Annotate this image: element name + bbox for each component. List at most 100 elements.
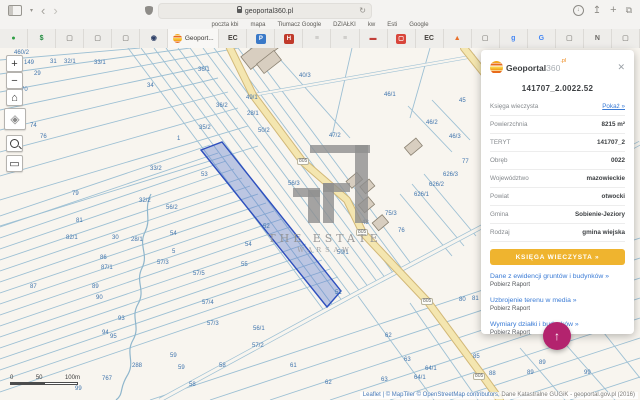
zoom-out-button[interactable]: −: [6, 72, 23, 89]
pinned-tab[interactable]: ▢: [112, 29, 140, 48]
address-bar[interactable]: geoportal360.pl ↻: [158, 3, 372, 19]
report-download[interactable]: Pobierz Raport: [490, 306, 625, 312]
parcel-label: 89: [539, 360, 546, 366]
bookmark-item[interactable]: Google: [409, 22, 428, 28]
close-icon[interactable]: ✕: [617, 62, 625, 73]
bookmarks-bar: poczta kbi mapa Tłumacz Google DZIAŁKI kw Est…: [0, 20, 640, 29]
parcel-label: 45: [459, 98, 466, 104]
pinned-tab[interactable]: ≡: [331, 29, 359, 48]
sidebar-toggle-icon[interactable]: [8, 5, 22, 16]
report-link[interactable]: Uzbrojenie terenu w media »: [490, 297, 625, 304]
pinned-tab[interactable]: g: [500, 29, 528, 48]
pinned-tab[interactable]: G: [528, 29, 556, 48]
pinned-tab[interactable]: P: [247, 29, 275, 48]
bookmark-item[interactable]: kw: [368, 22, 375, 28]
chevron-down-icon[interactable]: ▾: [30, 7, 33, 14]
pinned-tab[interactable]: $: [28, 29, 56, 48]
pinned-tab[interactable]: ▢: [556, 29, 584, 48]
parcel-label: 1: [177, 136, 180, 142]
pinned-tab[interactable]: EC: [219, 29, 247, 48]
panel-row: TERYT 141707_2: [490, 134, 625, 152]
forward-icon[interactable]: ›: [53, 4, 57, 17]
tab-favicon: $: [40, 35, 44, 42]
row-label: Powiat: [490, 193, 509, 200]
parcel-label: 36/1: [198, 67, 210, 73]
road-number-shield: 805: [473, 373, 485, 380]
zoom-in-button[interactable]: +: [6, 55, 23, 72]
downloads-icon[interactable]: ↓: [573, 5, 584, 16]
pinned-tab[interactable]: ◉: [140, 29, 168, 48]
privacy-shield-icon[interactable]: [145, 6, 153, 15]
scroll-up-fab[interactable]: ↑: [543, 322, 571, 350]
pinned-tab[interactable]: ▢: [612, 29, 640, 48]
pinned-tab[interactable]: ▲: [444, 29, 472, 48]
tab-favicon: EC: [228, 35, 238, 42]
tab-favicon: ▢: [482, 35, 489, 42]
panel-row: Rodzajgmina wiejska: [490, 224, 625, 242]
panel-row: Województwomazowieckie: [490, 170, 625, 188]
pinned-tab[interactable]: ▢: [388, 29, 416, 48]
parcel-label: 61: [290, 363, 297, 369]
pinned-tab[interactable]: ▬: [360, 29, 388, 48]
row-value: 141707_2: [597, 139, 625, 146]
pinned-tab[interactable]: ▢: [56, 29, 84, 48]
parcel-label: 54: [245, 242, 252, 248]
bookmark-item[interactable]: poczta kbi: [211, 22, 238, 28]
pinned-tab[interactable]: N: [584, 29, 612, 48]
row-label: Województwo: [490, 175, 529, 182]
back-icon[interactable]: ‹: [41, 4, 45, 17]
row-label: TERYT: [490, 139, 511, 146]
ksiega-wieczysta-button[interactable]: KSIĘGA WIECZYSTA »: [490, 249, 625, 265]
parcel-label: 30: [112, 235, 119, 241]
parcel-label: 57/3: [157, 260, 169, 266]
bookmark-item[interactable]: Tłumacz Google: [277, 22, 321, 28]
parcel-label: 288: [132, 363, 142, 369]
bookmark-item[interactable]: DZIAŁKI: [333, 22, 356, 28]
report-download[interactable]: Pobierz Raport: [490, 282, 625, 288]
pinned-tab[interactable]: ▢: [84, 29, 112, 48]
tab-favicon: ●: [11, 35, 15, 42]
tab-overview-icon[interactable]: ⧉: [626, 5, 632, 16]
scale-50: 50: [36, 375, 43, 381]
row-value-link[interactable]: Pokaż »: [602, 103, 625, 110]
road-number-shield: 805: [297, 158, 309, 165]
layers-button[interactable]: ◈: [4, 108, 26, 130]
pinned-tab[interactable]: ▢: [472, 29, 500, 48]
pinned-tab[interactable]: ≡: [303, 29, 331, 48]
bookmark-item[interactable]: mapa: [250, 22, 265, 28]
parcel-label: 76: [398, 228, 405, 234]
parcel-label: 46/2: [426, 120, 438, 126]
lock-icon: [237, 9, 242, 13]
parcel-label: 47/2: [329, 133, 341, 139]
scale-0: 0: [10, 375, 13, 381]
pinned-tab[interactable]: EC: [416, 29, 444, 48]
parcel-label: 57/2: [252, 343, 264, 349]
pinned-tab[interactable]: ●: [0, 29, 28, 48]
home-button[interactable]: ⌂: [6, 89, 23, 106]
search-button[interactable]: [6, 135, 23, 152]
row-value: gmina wiejska: [582, 229, 625, 236]
reload-icon[interactable]: ↻: [359, 6, 366, 15]
report-link[interactable]: Dane z ewidencji gruntów i budynków »: [490, 273, 625, 280]
parcel-label: 74: [30, 123, 37, 129]
row-label: Powierzchnia: [490, 121, 527, 128]
parcel-label: 149: [24, 60, 34, 66]
parcel-label: 46/3: [449, 134, 461, 140]
new-tab-icon[interactable]: +: [610, 4, 616, 16]
selected-parcel[interactable]: [201, 142, 341, 307]
parcel-label: 80: [459, 297, 466, 303]
measure-button[interactable]: ▭: [6, 155, 23, 172]
parcel-label: 626/3: [443, 172, 458, 178]
pinned-tab[interactable]: H: [275, 29, 303, 48]
row-label: Gmina: [490, 211, 509, 218]
tab-favicon: ▢: [66, 35, 73, 42]
parcel-label: 99: [75, 386, 82, 392]
bookmark-item[interactable]: Esti: [387, 22, 397, 28]
active-tab-geoportal[interactable]: Geoport...: [168, 29, 219, 48]
tab-favicon: ▢: [566, 35, 573, 42]
brand-word: Geoportal: [506, 63, 546, 73]
share-icon[interactable]: ↥: [593, 5, 601, 16]
attribution-links[interactable]: Leaflet | © MapTiler © OpenStreetMap con…: [363, 392, 500, 398]
parcel-label: 81: [76, 218, 83, 224]
panel-row: Powiatotwocki: [490, 188, 625, 206]
